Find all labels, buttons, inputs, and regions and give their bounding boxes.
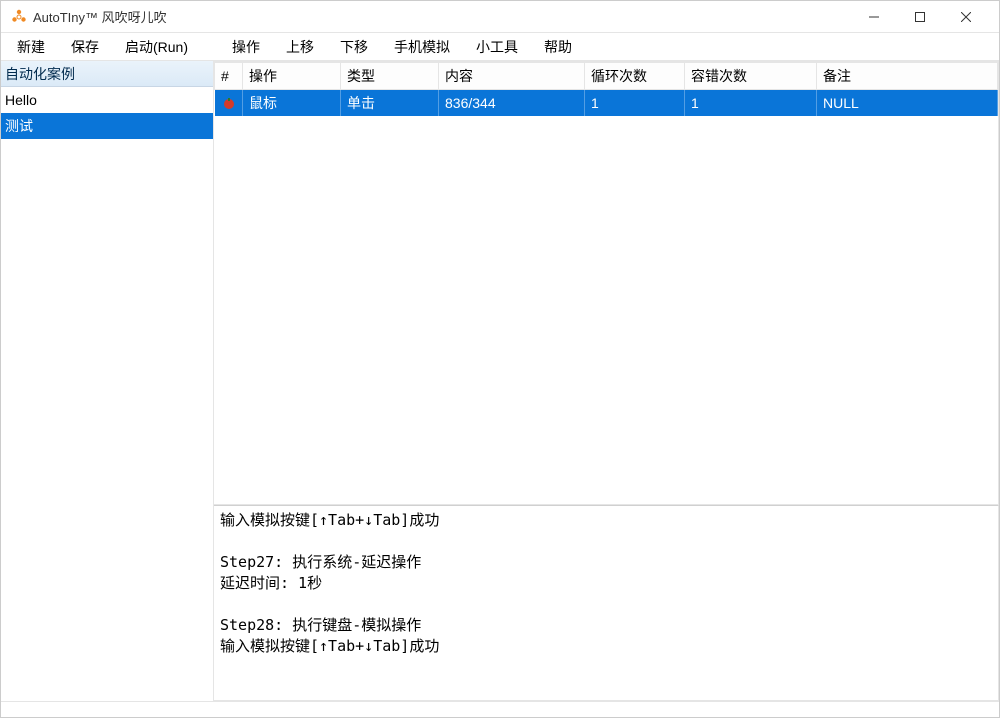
table-row[interactable]: 鼠标单击836/34411NULL (215, 90, 998, 117)
cell-content: 836/344 (439, 90, 585, 117)
window-close-button[interactable] (943, 1, 989, 33)
main-body: 自动化案例 Hello测试 # 操作 类型 内容 循环次数 (1, 61, 999, 701)
window-maximize-button[interactable] (897, 1, 943, 33)
col-header-note[interactable]: 备注 (817, 63, 998, 90)
cell-op: 鼠标 (243, 90, 341, 117)
menu-save[interactable]: 保存 (61, 35, 109, 59)
cell-loop: 1 (585, 90, 685, 117)
menu-action[interactable]: 操作 (222, 35, 270, 59)
menu-help[interactable]: 帮助 (534, 35, 582, 59)
menu-move-down[interactable]: 下移 (330, 35, 378, 59)
table-header-row: # 操作 类型 内容 循环次数 容错次数 备注 (215, 63, 998, 90)
steps-table-container: # 操作 类型 内容 循环次数 容错次数 备注 鼠标单击836/34411NUL… (214, 61, 999, 505)
sidebar-item[interactable]: 测试 (1, 113, 213, 139)
app-icon (11, 9, 27, 25)
menubar: 新建 保存 启动(Run) 操作 上移 下移 手机模拟 小工具 帮助 (1, 33, 999, 61)
cell-fault: 1 (685, 90, 817, 117)
col-header-content[interactable]: 内容 (439, 63, 585, 90)
app-title: AutoTIny™ 风吹呀儿吹 (33, 7, 167, 26)
log-panel[interactable]: 输入模拟按键[↑Tab+↓Tab]成功 Step27: 执行系统-延迟操作 延迟… (214, 505, 999, 701)
window-minimize-button[interactable] (851, 1, 897, 33)
status-bar (1, 701, 999, 717)
sidebar: 自动化案例 Hello测试 (1, 61, 214, 701)
menu-run[interactable]: 启动(Run) (115, 35, 198, 59)
col-header-fault[interactable]: 容错次数 (685, 63, 817, 90)
main-panel: # 操作 类型 内容 循环次数 容错次数 备注 鼠标单击836/34411NUL… (214, 61, 999, 701)
steps-table: # 操作 类型 内容 循环次数 容错次数 备注 鼠标单击836/34411NUL… (214, 62, 998, 116)
row-index-cell (215, 90, 243, 117)
red-dot-icon (221, 96, 237, 112)
app-window: AutoTIny™ 风吹呀儿吹 新建 保存 启动(Run) 操作 上移 下移 手… (0, 0, 1000, 718)
menu-tools[interactable]: 小工具 (466, 35, 528, 59)
cell-note: NULL (817, 90, 998, 117)
sidebar-item[interactable]: Hello (1, 87, 213, 113)
sidebar-header: 自动化案例 (1, 61, 213, 87)
col-header-operation[interactable]: 操作 (243, 63, 341, 90)
menu-mobile-sim[interactable]: 手机模拟 (384, 35, 460, 59)
col-header-index[interactable]: # (215, 63, 243, 90)
col-header-type[interactable]: 类型 (341, 63, 439, 90)
col-header-loop[interactable]: 循环次数 (585, 63, 685, 90)
menu-move-up[interactable]: 上移 (276, 35, 324, 59)
titlebar: AutoTIny™ 风吹呀儿吹 (1, 1, 999, 33)
menu-new[interactable]: 新建 (7, 35, 55, 59)
cell-type: 单击 (341, 90, 439, 117)
